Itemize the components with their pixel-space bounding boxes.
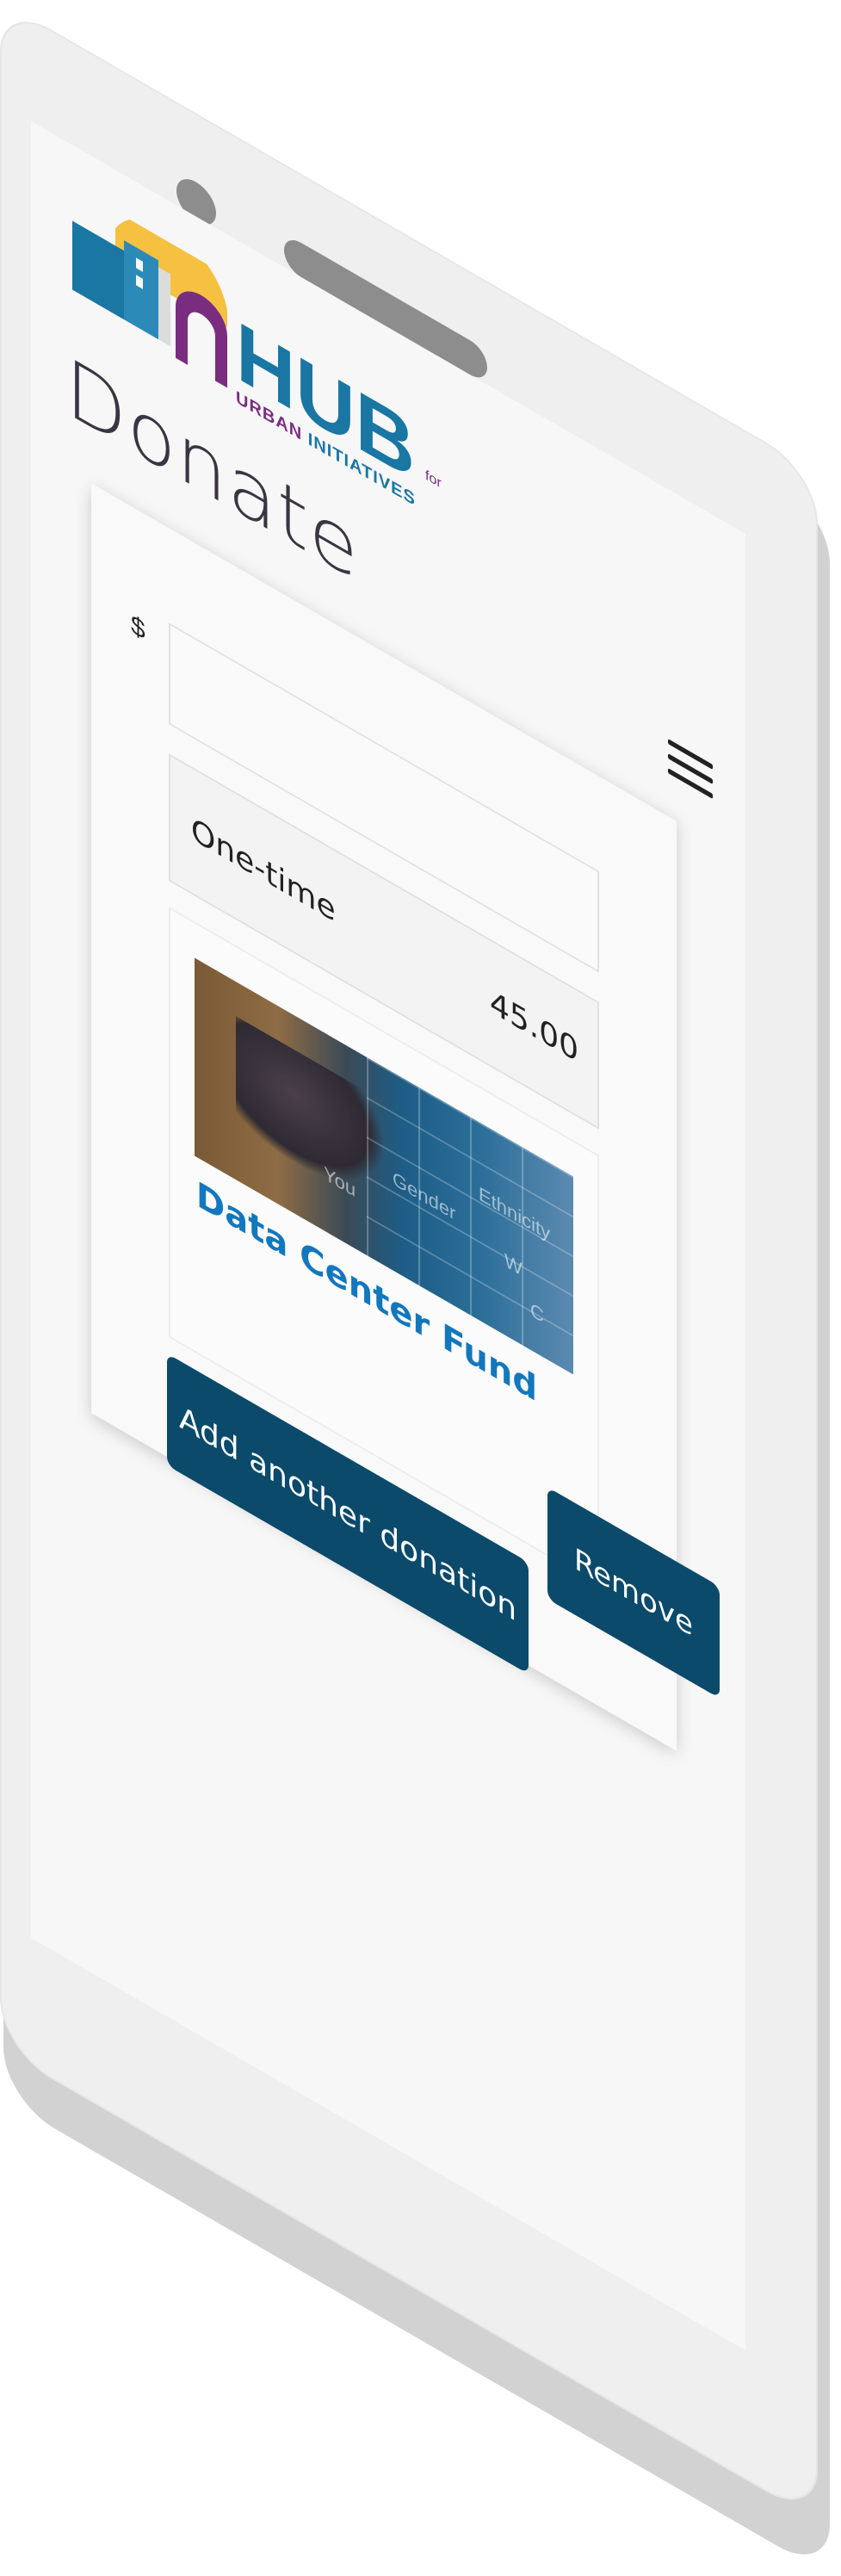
menu-line: [668, 739, 713, 771]
hamburger-menu-icon[interactable]: [668, 739, 713, 800]
remove-button[interactable]: Remove: [547, 1487, 720, 1699]
menu-line: [668, 753, 713, 785]
phone-screen: HUB for URBAN INITIATIVES Donate $ One-t…: [31, 121, 745, 2350]
logo-for-text: for: [425, 468, 442, 492]
frequency-value: One-time: [191, 811, 336, 930]
fund-image-person: [236, 1016, 382, 1213]
menu-line: [668, 768, 713, 800]
donation-card: $ One-time 45.00 You Gender Ethnicity W …: [91, 483, 720, 1751]
currency-symbol: $: [131, 609, 145, 647]
frequency-amount: 45.00: [489, 983, 578, 1070]
